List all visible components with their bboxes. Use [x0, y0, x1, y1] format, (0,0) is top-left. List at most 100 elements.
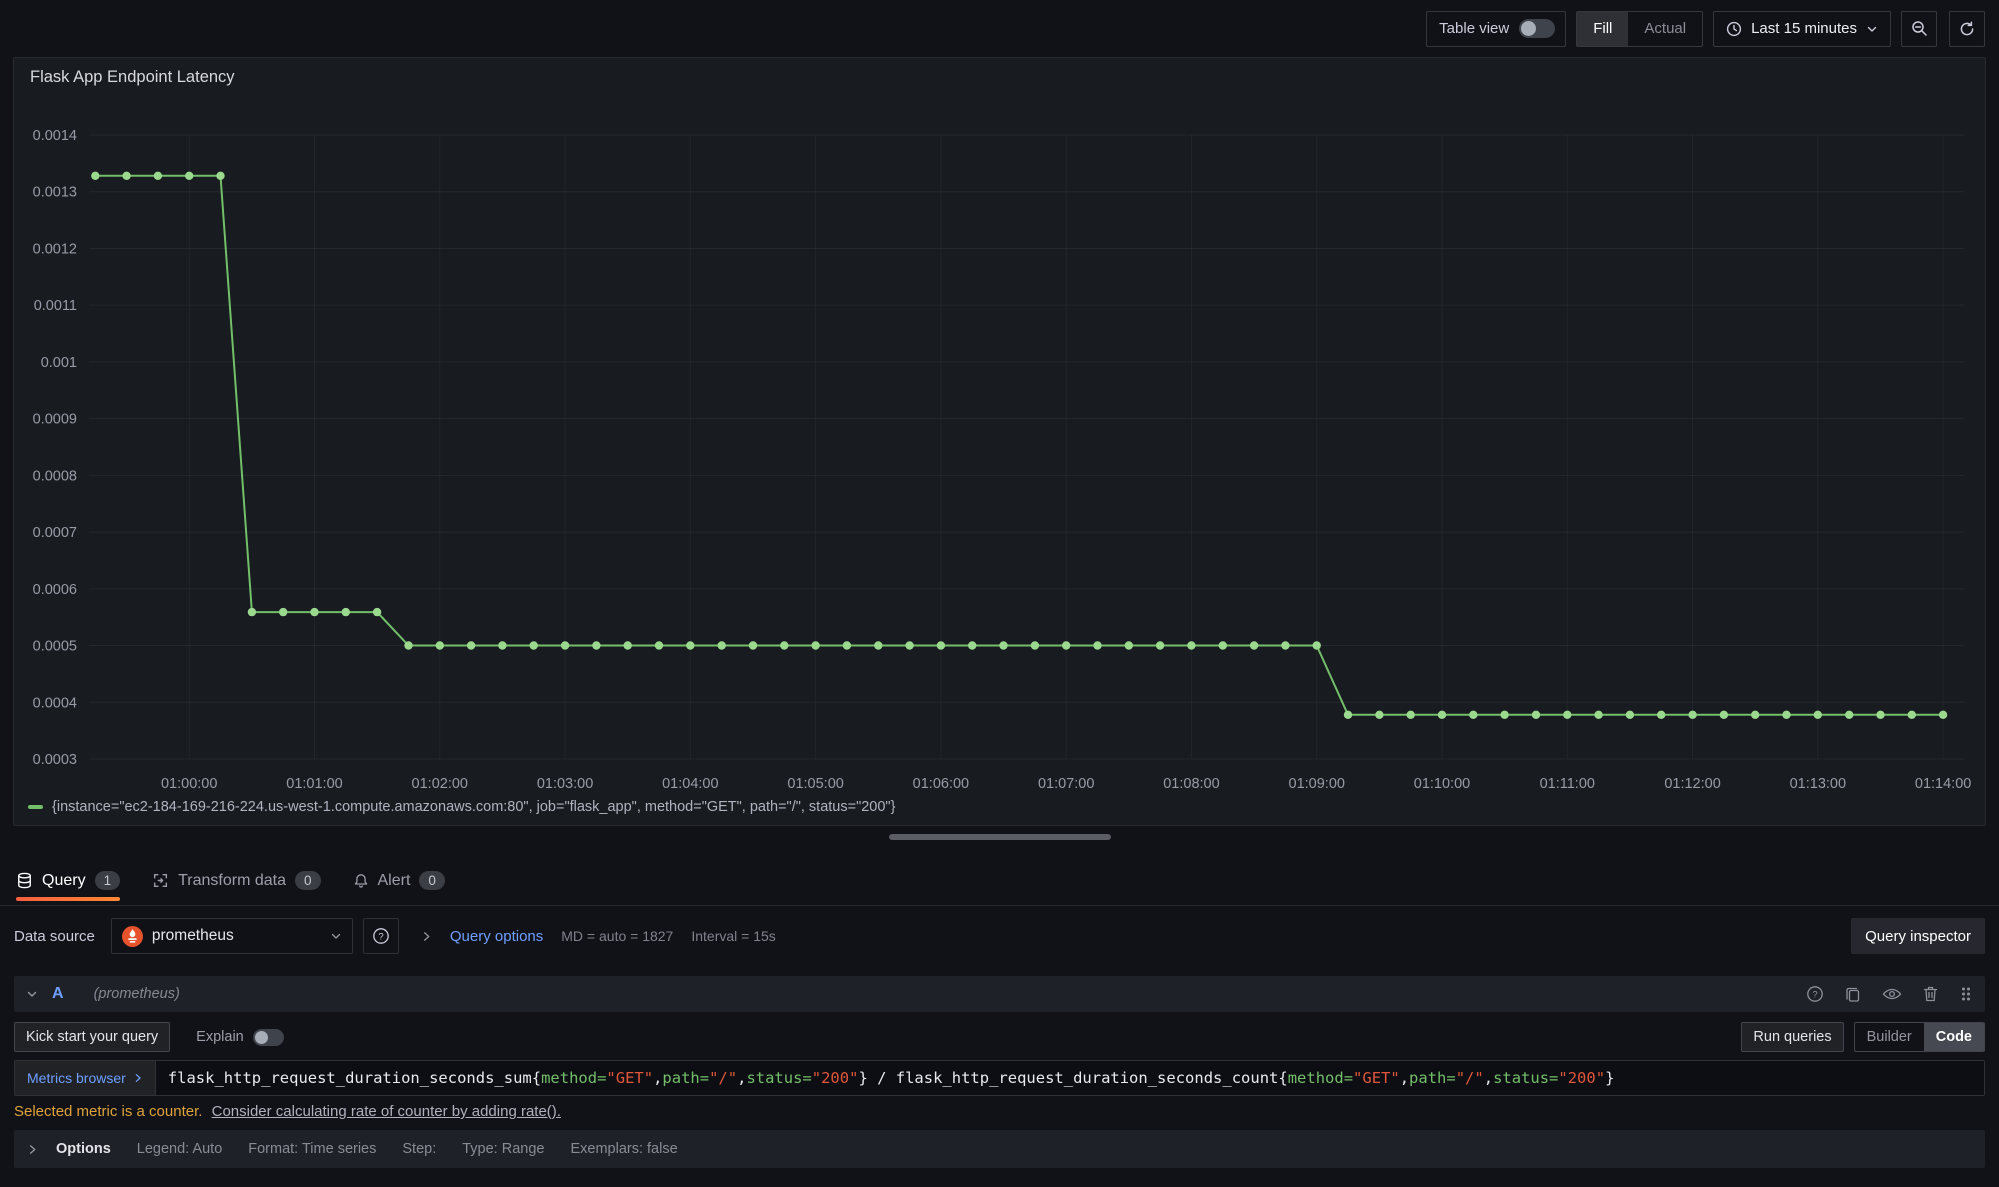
options-item: Exemplars: false [570, 1141, 677, 1157]
latency-chart[interactable]: 0.0014 0.0013 0.0012 0.0011 0.001 0.0009 0.000… [14, 58, 1985, 796]
svg-text:01:11:00: 01:11:00 [1540, 776, 1595, 792]
query-row-actions: ? [1806, 985, 1973, 1003]
svg-text:01:13:00: 01:13:00 [1790, 776, 1846, 792]
svg-text:0.0012: 0.0012 [33, 241, 77, 257]
copy-icon [1844, 985, 1862, 1003]
fill-actual-group: Fill Actual [1576, 11, 1703, 47]
tab-transform-count: 0 [295, 871, 321, 890]
query-options-summary[interactable]: Options Legend: AutoFormat: Time seriesS… [14, 1130, 1985, 1168]
table-view-control: Table view [1426, 11, 1566, 47]
svg-text:01:14:00: 01:14:00 [1915, 776, 1971, 792]
options-items: Legend: AutoFormat: Time seriesStep:Type… [137, 1141, 678, 1157]
builder-code-switch: Builder Code [1854, 1022, 1985, 1052]
svg-text:01:12:00: 01:12:00 [1664, 776, 1720, 792]
datasource-row: Data source prometheus ? Query options M… [14, 918, 1985, 954]
time-range-picker[interactable]: Last 15 minutes [1713, 11, 1891, 47]
series-label: {instance="ec2-184-169-216-224.us-west-1… [52, 799, 895, 815]
grafana-panel-edit-page: Table view Fill Actual Last 15 minutes F… [0, 0, 1999, 1187]
svg-text:?: ? [378, 931, 383, 942]
panel-scroll-zone [0, 826, 1999, 856]
metrics-browser-label: Metrics browser [27, 1070, 126, 1086]
svg-text:01:00:00: 01:00:00 [161, 776, 217, 792]
interval-value: Interval = 15s [691, 928, 775, 944]
tab-query[interactable]: Query 1 [16, 856, 120, 905]
tab-alert-count: 0 [419, 871, 445, 890]
datasource-help-button[interactable]: ? [363, 918, 399, 954]
refresh-button[interactable] [1949, 11, 1985, 47]
run-queries-button[interactable]: Run queries [1741, 1022, 1843, 1052]
fill-button[interactable]: Fill [1577, 12, 1628, 46]
collapse-chevron-icon[interactable] [26, 988, 38, 1000]
query-ref-id: A [52, 985, 64, 1003]
explain-control: Explain [196, 1029, 284, 1046]
tab-query-label: Query [42, 872, 86, 890]
code-option[interactable]: Code [1924, 1023, 1984, 1051]
prometheus-logo-icon [122, 926, 143, 947]
svg-text:01:07:00: 01:07:00 [1038, 776, 1094, 792]
delete-query-button[interactable] [1922, 985, 1939, 1003]
clock-icon [1726, 21, 1742, 37]
query-row-header[interactable]: A (prometheus) ? [14, 976, 1985, 1012]
top-toolbar: Table view Fill Actual Last 15 minutes [0, 0, 1999, 57]
metrics-browser-button[interactable]: Metrics browser [15, 1061, 156, 1095]
query-options-header[interactable]: Query options MD = auto = 1827 Interval … [421, 928, 776, 945]
tab-alert[interactable]: Alert 0 [353, 856, 445, 905]
tab-query-count: 1 [95, 871, 121, 890]
svg-text:01:05:00: 01:05:00 [787, 776, 843, 792]
duplicate-query-button[interactable] [1844, 985, 1862, 1003]
svg-text:0.0006: 0.0006 [33, 582, 77, 598]
database-icon [16, 872, 33, 889]
svg-text:01:06:00: 01:06:00 [913, 776, 969, 792]
svg-text:0.001: 0.001 [41, 355, 77, 371]
query-help-button[interactable]: ? [1806, 985, 1824, 1003]
tab-transform-label: Transform data [178, 872, 286, 890]
bell-icon [353, 873, 369, 889]
table-view-toggle[interactable] [1519, 19, 1555, 38]
horizontal-scrollbar[interactable] [889, 834, 1111, 840]
tab-transform-data[interactable]: Transform data 0 [152, 856, 320, 905]
options-item: Type: Range [462, 1141, 544, 1157]
zoom-out-icon [1911, 20, 1928, 37]
chevron-down-icon [330, 930, 342, 942]
svg-text:01:10:00: 01:10:00 [1414, 776, 1470, 792]
explain-toggle[interactable] [253, 1029, 284, 1046]
max-data-points-value: MD = auto = 1827 [561, 928, 673, 944]
options-item: Legend: Auto [137, 1141, 222, 1157]
svg-text:0.0008: 0.0008 [33, 468, 77, 484]
drag-handle[interactable] [1959, 985, 1973, 1003]
options-title: Options [56, 1141, 111, 1157]
warning-text: Selected metric is a counter. [14, 1103, 202, 1120]
promql-input[interactable]: flask_http_request_duration_seconds_sum{… [156, 1061, 1984, 1095]
query-inspector-button[interactable]: Query inspector [1851, 918, 1985, 954]
question-circle-icon: ? [372, 927, 390, 945]
question-circle-icon: ? [1806, 985, 1824, 1003]
chevron-right-icon [27, 1144, 38, 1155]
datasource-label: Data source [14, 928, 95, 945]
svg-text:0.0013: 0.0013 [33, 185, 77, 201]
grip-dots-icon [1959, 985, 1973, 1003]
query-datasource-hint: (prometheus) [94, 986, 180, 1002]
svg-text:0.0014: 0.0014 [33, 128, 77, 144]
refresh-icon [1959, 21, 1975, 37]
chevron-right-icon [421, 931, 432, 942]
hide-query-button[interactable] [1882, 985, 1902, 1003]
zoom-out-button[interactable] [1901, 11, 1937, 47]
options-item: Format: Time series [248, 1141, 376, 1157]
builder-option[interactable]: Builder [1855, 1023, 1924, 1051]
svg-text:01:02:00: 01:02:00 [412, 776, 468, 792]
svg-text:01:03:00: 01:03:00 [537, 776, 593, 792]
svg-text:0.0009: 0.0009 [33, 412, 77, 428]
explain-label: Explain [196, 1029, 244, 1045]
svg-text:0.0004: 0.0004 [33, 695, 77, 711]
actual-button[interactable]: Actual [1628, 12, 1702, 46]
svg-text:0.0003: 0.0003 [33, 752, 77, 768]
kick-start-query-button[interactable]: Kick start your query [14, 1022, 170, 1052]
legend-item[interactable]: {instance="ec2-184-169-216-224.us-west-1… [28, 799, 895, 815]
add-rate-link[interactable]: Consider calculating rate of counter by … [212, 1103, 561, 1120]
chevron-right-icon [133, 1073, 143, 1083]
datasource-select[interactable]: prometheus [111, 918, 353, 954]
svg-text:01:08:00: 01:08:00 [1163, 776, 1219, 792]
svg-text:0.0011: 0.0011 [34, 298, 77, 314]
chevron-down-icon [1866, 23, 1878, 35]
promql-editor: Metrics browser flask_http_request_durat… [14, 1060, 1985, 1096]
